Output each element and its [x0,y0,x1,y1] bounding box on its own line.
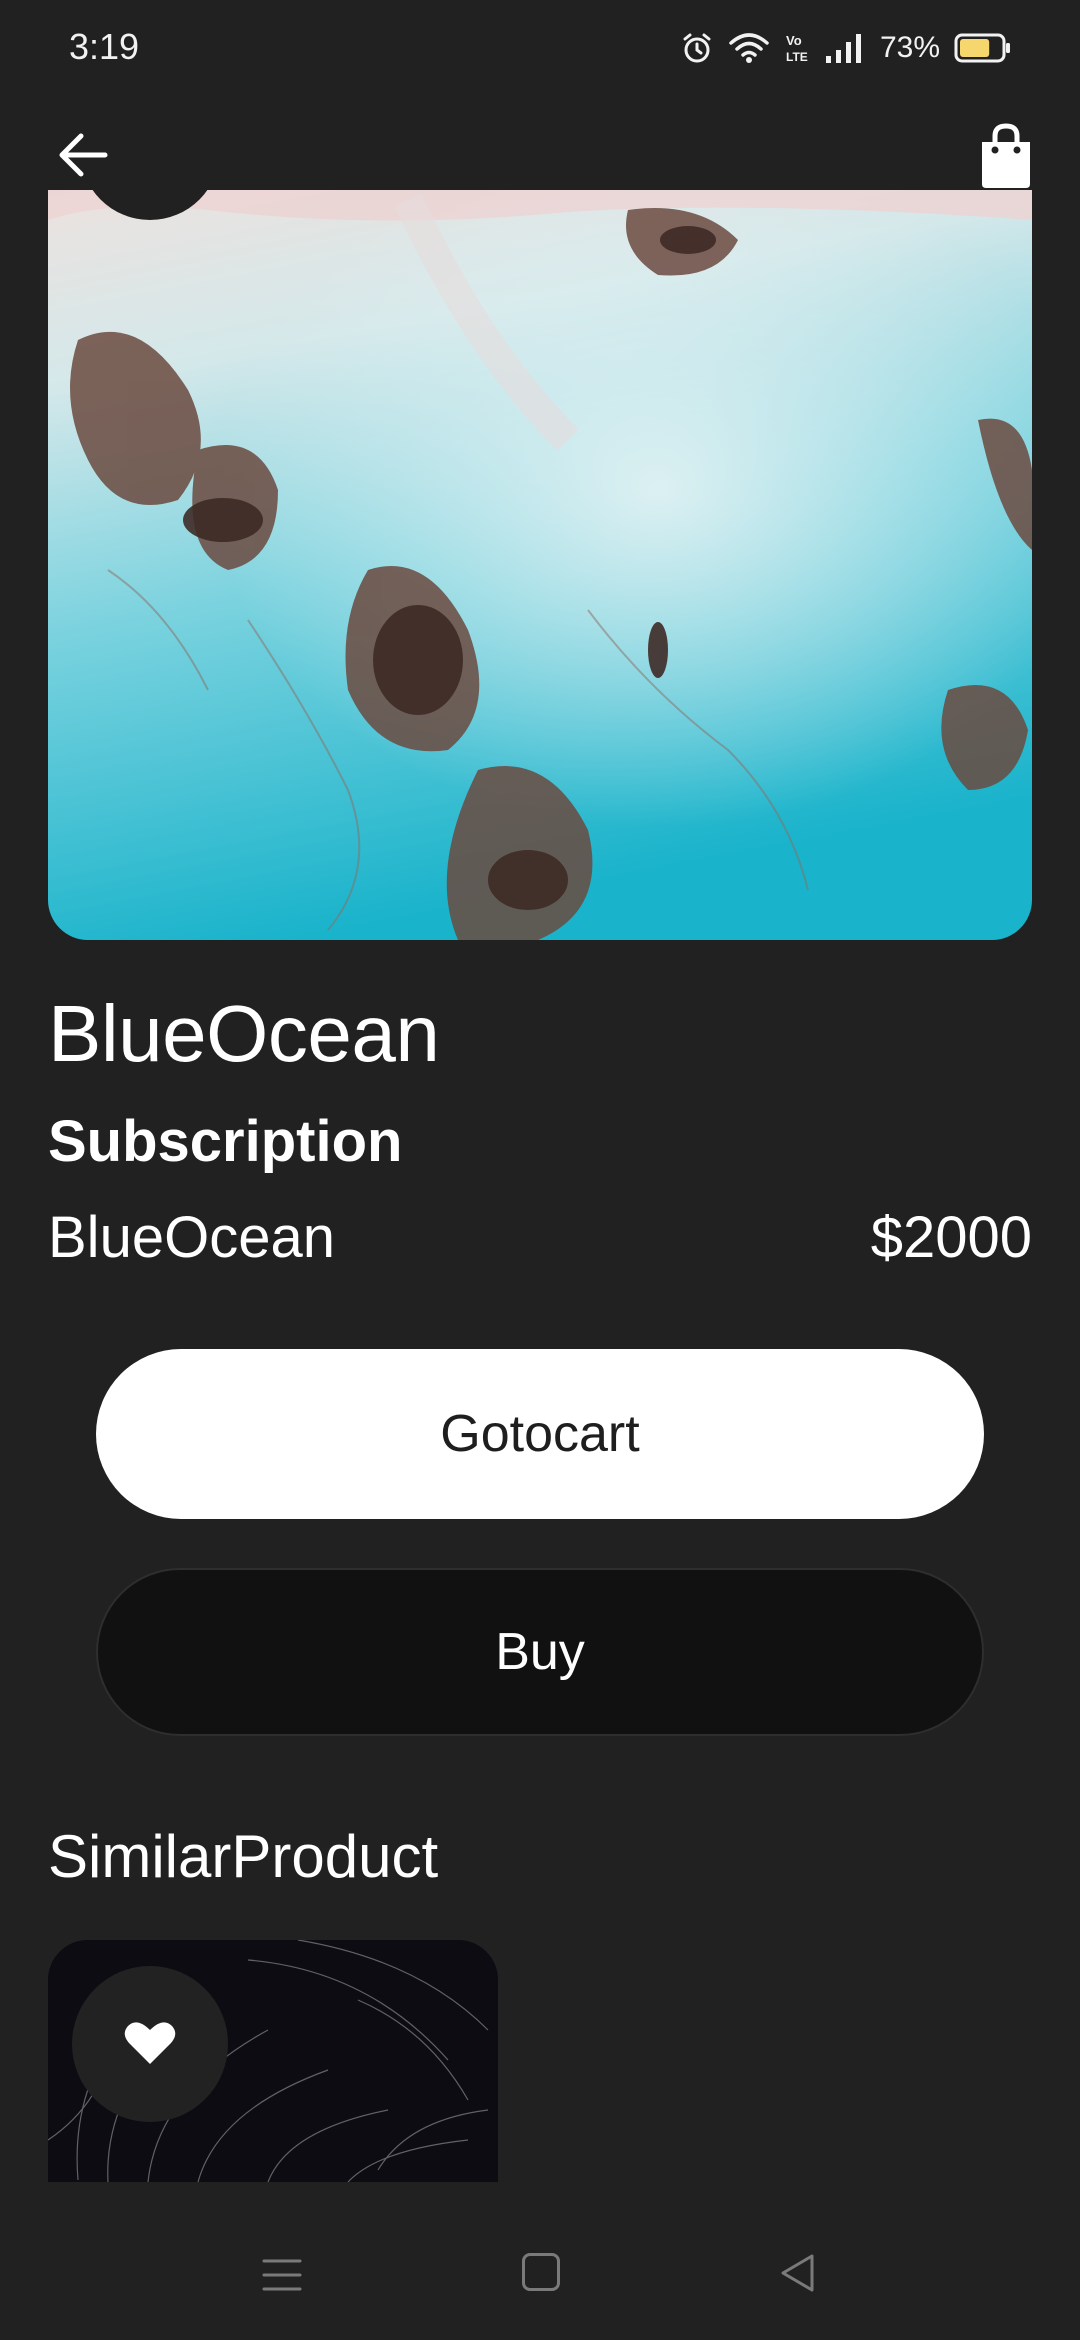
product-price: $2000 [870,1205,1032,1270]
status-time: 3:19 [69,26,140,67]
product-title: BlueOcean [48,989,440,1078]
buy-button[interactable]: Buy [96,1568,984,1736]
signal-icon [824,32,864,64]
svg-text:Vo: Vo [786,33,802,48]
volte-icon: Vo LTE [784,31,810,65]
status-icons: Vo LTE 73% [680,26,1012,70]
similar-section-title: SimilarProduct [48,1823,439,1890]
goto-cart-button[interactable]: Gotocart [96,1349,984,1519]
favorite-button[interactable] [72,1966,228,2122]
shopping-bag-icon [976,123,1036,194]
goto-cart-label: Gotocart [440,1405,640,1463]
svg-text:LTE: LTE [786,50,808,64]
battery-icon [954,32,1012,64]
product-type: Subscription [48,1109,403,1174]
battery-percent: 73% [879,31,940,64]
status-bar: 3:19 Vo LTE 73% [0,0,1080,96]
product-image [48,190,1032,940]
heart-icon [123,2018,177,2071]
wifi-icon [728,31,770,65]
cart-button[interactable] [976,122,1036,190]
buy-label: Buy [495,1623,585,1681]
system-nav-bar [0,2220,1080,2340]
arrow-left-icon [57,132,109,183]
product-name: BlueOcean [48,1205,335,1270]
menu-icon[interactable] [262,2255,302,2295]
back-triangle-icon[interactable] [778,2252,818,2294]
back-button[interactable] [52,126,114,188]
home-icon[interactable] [522,2253,560,2291]
product-detail-screen: 3:19 Vo LTE 73% BlueOcean Subscription B… [0,0,1080,2340]
alarm-icon [680,31,714,65]
